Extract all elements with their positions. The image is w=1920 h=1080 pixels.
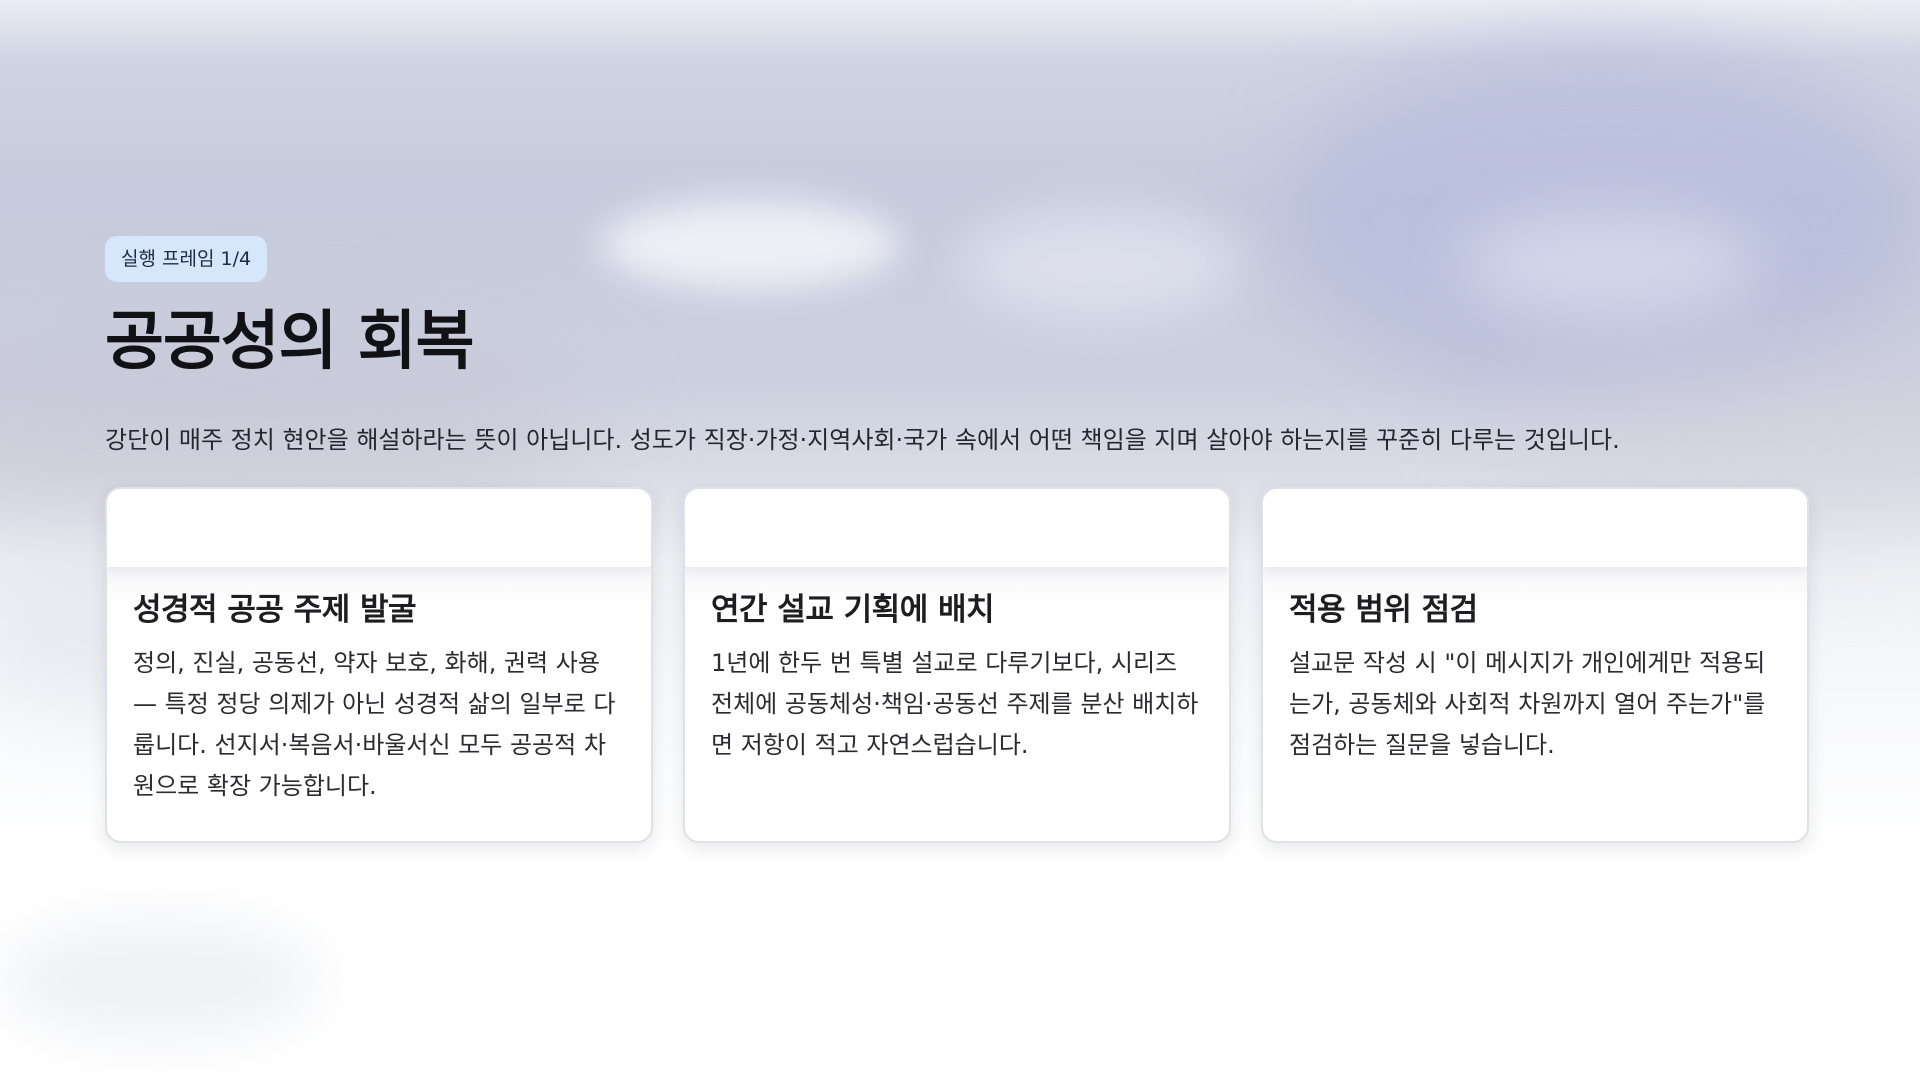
slide-title: 공공성의 회복 (105, 305, 475, 379)
frame-badge: 실행 프레임 1/4 (105, 236, 268, 282)
card-text: 1년에 한두 번 특별 설교로 다루기보다, 시리즈 전체에 공동체성·책임·공… (711, 649, 1199, 759)
slide-header: 실행 프레임 1/4 공공성의 회복 강단이 매주 정치 현안을 해설하라는 뜻… (105, 236, 1815, 458)
card-annual-sermon-planning: 연간 설교 기획에 배치 1년에 한두 번 특별 설교로 다루기보다, 시리즈 … (683, 487, 1231, 843)
card-title: 연간 설교 기획에 배치 (711, 592, 995, 628)
card-header-strip (685, 489, 1229, 567)
slide-subtitle: 강단이 매주 정치 현안을 해설하라는 뜻이 아닙니다. 성도가 직장·가정·지… (105, 426, 1620, 454)
card-header-strip (107, 489, 651, 567)
card-application-scope-check: 적용 범위 점검 설교문 작성 시 "이 메시지가 개인에게만 적용되는가, 공… (1261, 487, 1809, 843)
card-header-strip (1263, 489, 1807, 567)
background-blur-shape (0, 920, 320, 1040)
card-row: 성경적 공공 주제 발굴 정의, 진실, 공동선, 약자 보호, 화해, 권력 … (105, 487, 1815, 843)
card-body: 적용 범위 점검 설교문 작성 시 "이 메시지가 개인에게만 적용되는가, 공… (1263, 567, 1807, 841)
card-text: 설교문 작성 시 "이 메시지가 개인에게만 적용되는가, 공동체와 사회적 차… (1289, 649, 1766, 759)
card-title: 성경적 공공 주제 발굴 (133, 592, 417, 628)
card-body: 연간 설교 기획에 배치 1년에 한두 번 특별 설교로 다루기보다, 시리즈 … (685, 567, 1229, 841)
card-text: 정의, 진실, 공동선, 약자 보호, 화해, 권력 사용 — 특정 정당 의제… (133, 649, 616, 800)
card-biblical-public-topics: 성경적 공공 주제 발굴 정의, 진실, 공동선, 약자 보호, 화해, 권력 … (105, 487, 653, 843)
card-title: 적용 범위 점검 (1289, 592, 1478, 628)
card-body: 성경적 공공 주제 발굴 정의, 진실, 공동선, 약자 보호, 화해, 권력 … (107, 567, 651, 841)
